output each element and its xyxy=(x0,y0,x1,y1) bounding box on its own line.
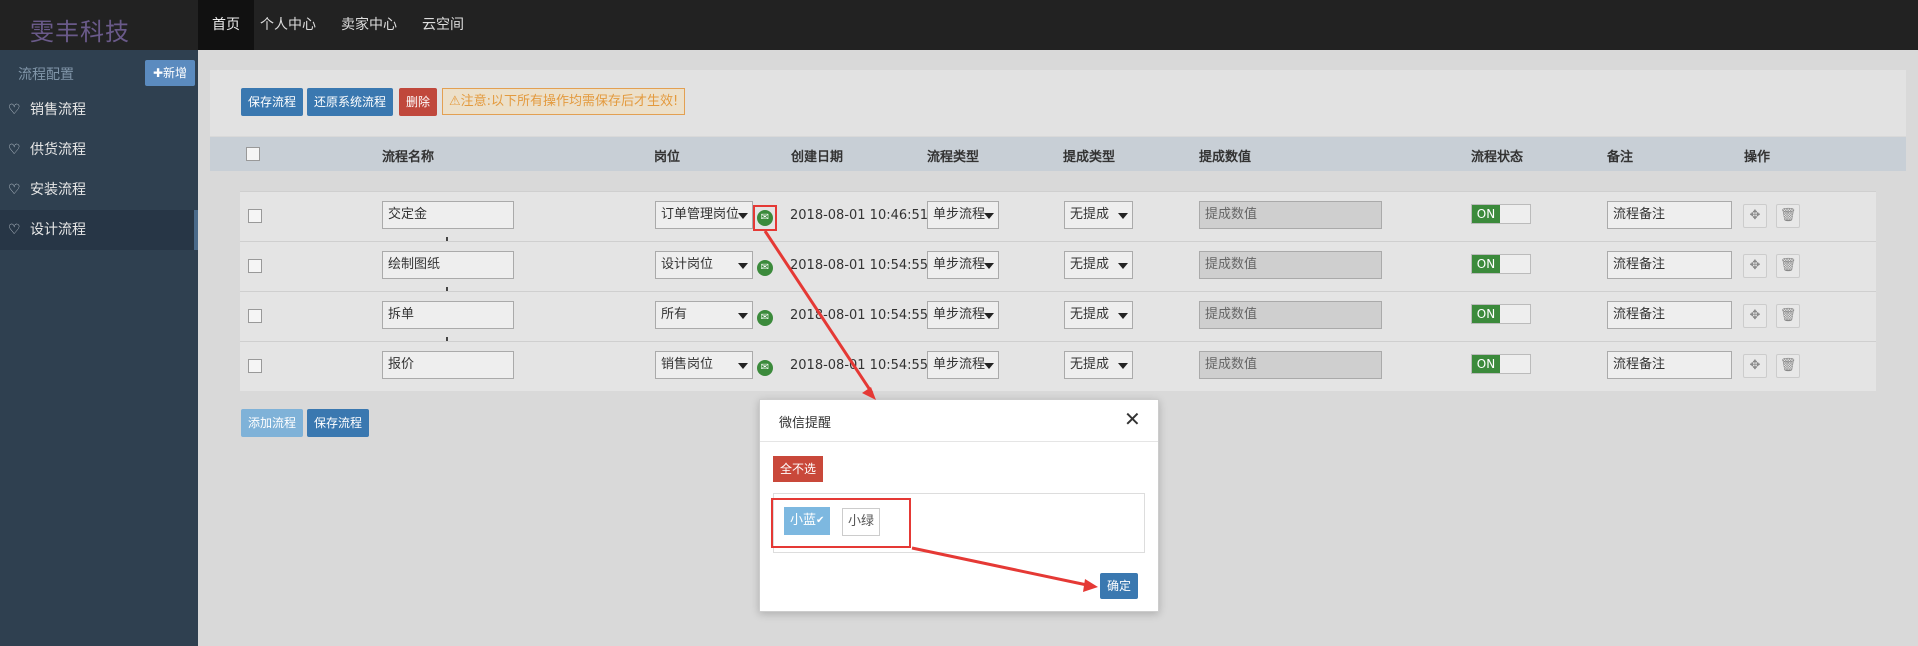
annotation-arrowhead xyxy=(1083,579,1098,592)
annotation-arrows xyxy=(763,230,1098,592)
annotation-arrowhead xyxy=(862,387,876,400)
annotation-arrow xyxy=(763,230,874,394)
annotation-arrow xyxy=(911,546,1088,587)
